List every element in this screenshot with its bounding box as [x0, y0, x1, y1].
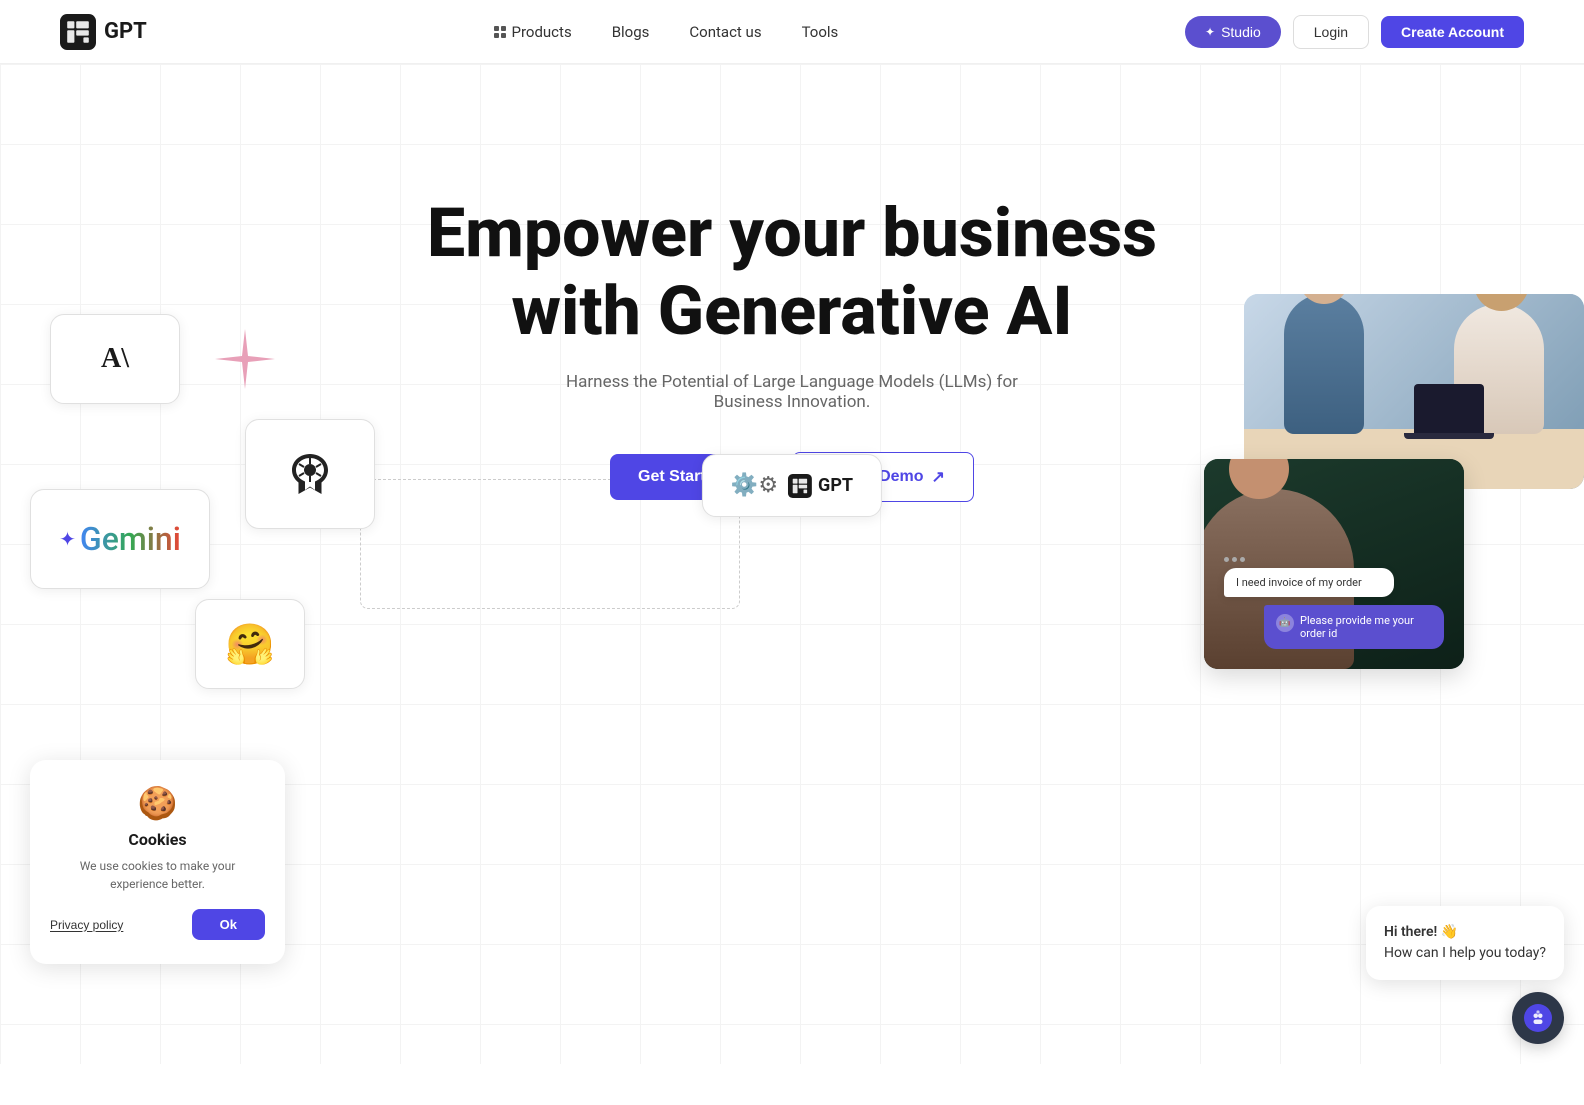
nav-links: Products Blogs Contact us Tools — [494, 23, 839, 41]
login-button[interactable]: Login — [1293, 15, 1369, 49]
chat-widget: Hi there! 👋 How can I help you today? — [1366, 906, 1564, 1044]
nav-contact[interactable]: Contact us — [689, 23, 761, 41]
bottom-image: I need invoice of my order 🤖 Please prov… — [1204, 459, 1464, 669]
typing-dots — [1224, 557, 1444, 562]
hero-subtitle: Harness the Potential of Large Language … — [542, 372, 1042, 412]
nav-blogs[interactable]: Blogs — [612, 23, 650, 41]
nav-actions: Studio Login Create Account — [1185, 15, 1524, 49]
gemini-logo: ✦ Gemini — [59, 520, 181, 558]
nav-products[interactable]: Products — [494, 23, 572, 41]
chat-greeting: Hi there! 👋 — [1384, 924, 1458, 940]
openai-card — [245, 419, 375, 529]
logo[interactable]: GPT — [60, 14, 147, 50]
chat-popup: Hi there! 👋 How can I help you today? — [1366, 906, 1564, 980]
chat-overlay: I need invoice of my order 🤖 Please prov… — [1224, 557, 1444, 649]
chat-fab-button[interactable] — [1512, 992, 1564, 1044]
bot-avatar-icon: 🤖 — [1276, 614, 1294, 632]
cookie-icon: 🍪 — [50, 784, 265, 822]
external-link-icon: ↗ — [932, 467, 945, 487]
studio-button[interactable]: Studio — [1185, 16, 1281, 48]
anthropic-logo: A\ — [101, 343, 129, 375]
user-chat-bubble: I need invoice of my order — [1224, 568, 1394, 597]
chat-subtitle: How can I help you today? — [1384, 945, 1546, 961]
navbar: GPT Products Blogs Contact us Tools Stud… — [0, 0, 1584, 64]
cookie-ok-button[interactable]: Ok — [192, 909, 265, 940]
hero-title: Empower your business with Generative AI — [392, 194, 1192, 350]
huggingface-card: 🤗 — [195, 599, 305, 689]
center-logo-card: ⚙️⚙ GPT — [702, 454, 882, 517]
bot-chat-bubble: 🤖 Please provide me your order id — [1264, 605, 1444, 649]
grid-icon — [494, 26, 506, 38]
gear-icon: ⚙️⚙ — [731, 473, 778, 498]
create-account-button[interactable]: Create Account — [1381, 16, 1524, 48]
right-images: I need invoice of my order 🤖 Please prov… — [1204, 294, 1584, 669]
cookie-banner: 🍪 Cookies We use cookies to make your ex… — [30, 760, 285, 964]
chat-bot-icon — [1524, 1004, 1552, 1032]
anthropic-card: A\ — [50, 314, 180, 404]
center-gpt-logo: GPT — [788, 474, 853, 498]
privacy-policy-button[interactable]: Privacy policy — [50, 918, 123, 932]
gemini-card: ✦ Gemini — [30, 489, 210, 589]
spark-card — [195, 314, 295, 404]
nav-tools[interactable]: Tools — [802, 23, 839, 41]
cookie-title: Cookies — [50, 830, 265, 849]
cookie-actions: Privacy policy Ok — [50, 909, 265, 940]
gemini-star-icon: ✦ — [59, 527, 76, 551]
cookie-text: We use cookies to make your experience b… — [50, 857, 265, 893]
main: Empower your business with Generative AI… — [0, 64, 1584, 1064]
huggingface-emoji: 🤗 — [225, 621, 275, 668]
